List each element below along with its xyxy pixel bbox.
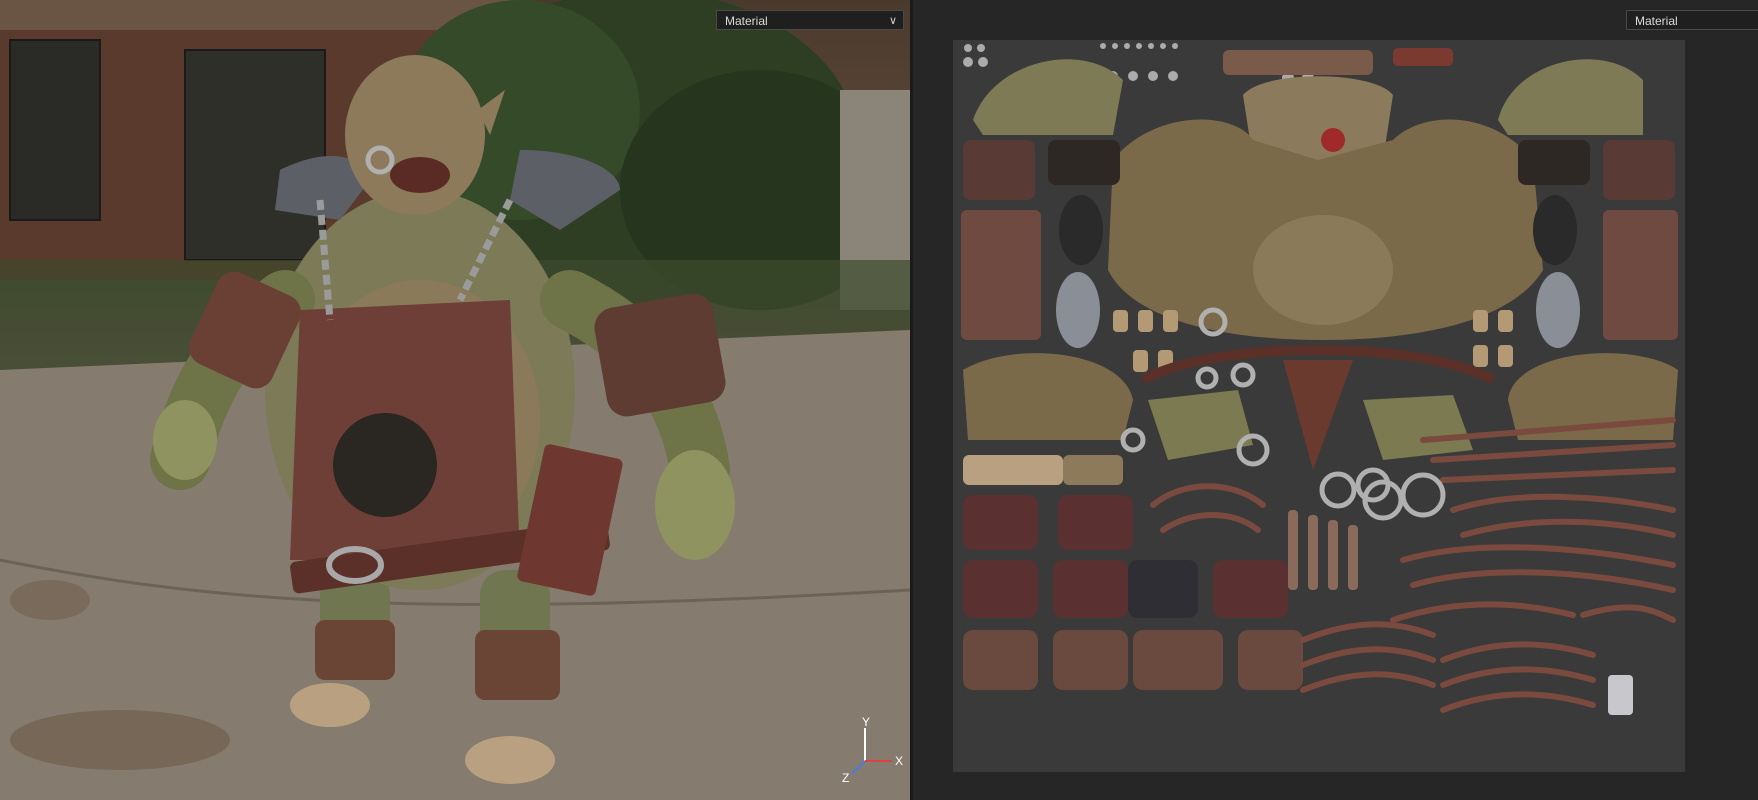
axis-gizmo: Y X Z <box>842 716 903 785</box>
3d-viewport[interactable]: Material ∨ Y X Z <box>0 0 910 800</box>
chevron-down-icon: ∨ <box>888 15 897 27</box>
material-dropdown-3d[interactable]: Material ∨ <box>716 10 904 30</box>
axis-x-label: X <box>895 754 903 768</box>
axis-y-label: Y <box>862 716 870 729</box>
uv-islands <box>961 43 1678 715</box>
2d-uv-viewport[interactable]: Material <box>913 0 1758 800</box>
material-dropdown-label: Material <box>725 14 768 28</box>
axis-z-label: Z <box>842 771 849 785</box>
material-dropdown-2d[interactable]: Material <box>1626 10 1758 30</box>
uv-texture-canvas[interactable] <box>953 40 1685 772</box>
material-dropdown-label: Material <box>1635 14 1678 28</box>
axis-z-line <box>851 760 866 775</box>
3d-scene-render <box>0 0 910 800</box>
